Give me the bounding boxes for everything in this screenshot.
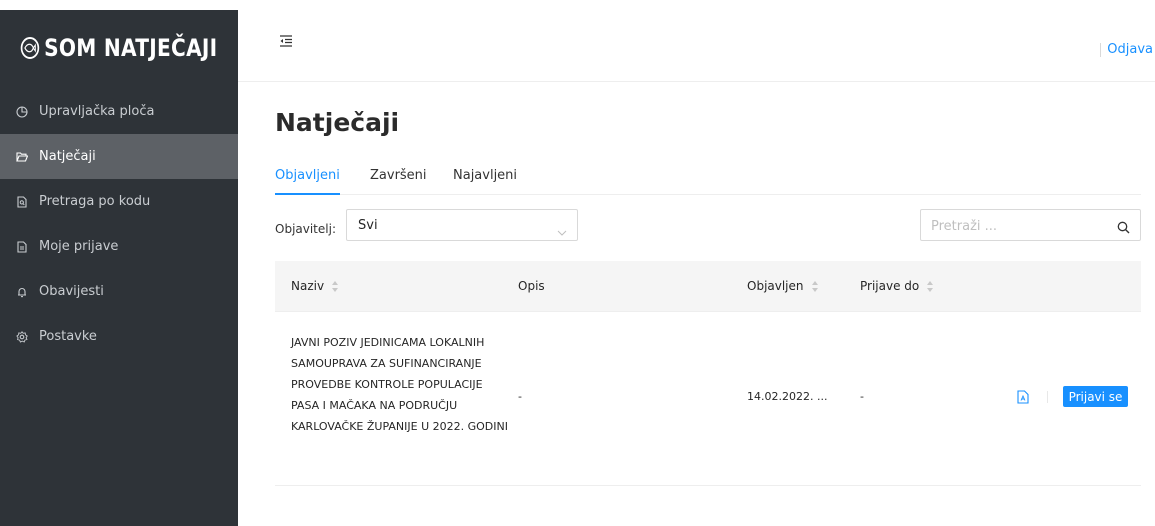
apply-button[interactable]: Prijavi se [1063,386,1128,407]
sidebar-item-notifications[interactable]: Obavijesti [0,269,238,314]
tab-published[interactable]: Objavljeni [275,168,340,195]
pie-chart-icon [16,105,28,118]
file-text-icon [16,240,28,253]
tender-published-date: 14.02.2022. ... [747,390,828,403]
search-input[interactable] [931,216,1101,236]
column-header-label: Objavljen [747,279,804,293]
column-header-label: Opis [518,279,545,293]
tender-description: - [518,390,522,403]
column-header-label: Naziv [291,279,325,293]
column-header-naziv[interactable]: Naziv [291,279,339,293]
logo-fish-icon [20,37,40,59]
sort-icon [811,280,819,292]
menu-fold-icon[interactable] [279,33,293,47]
sidebar-item-settings[interactable]: Postavke [0,314,238,359]
sort-icon [927,280,934,292]
chevron-down-icon [557,222,567,236]
sidebar-item-label: Moje prijave [39,239,119,254]
action-divider [1047,391,1048,403]
top-header: Odjava [238,10,1155,82]
sidebar-item-label: Upravljačka ploča [39,104,155,119]
column-header-prijave-do[interactable]: Prijave do [860,279,934,293]
sidebar-item-label: Natječaji [39,149,96,164]
gear-icon [16,330,28,343]
tender-title: JAVNI POZIV JEDINICAMA LOKALNIH SAMOUPRA… [291,336,508,433]
bell-icon [16,286,28,298]
publisher-select-value: Svi [358,218,378,233]
search-box [920,209,1141,241]
logo[interactable]: SOM NATJEČAJI [19,10,219,86]
brand-name: SOM NATJEČAJI [44,34,218,62]
sidebar-item-natjecaji[interactable]: Natječaji [0,134,238,179]
logout-link[interactable]: Odjava [1100,43,1153,57]
sidebar: SOM NATJEČAJI Upravljačka ploča Natječaj… [0,10,238,526]
tender-deadline: - [860,390,864,403]
publisher-filter-label: Objavitelj: [275,222,336,236]
pdf-file-icon[interactable] [1017,389,1029,404]
table-header: Naziv Opis Objavljen Prijave do [275,261,1141,312]
column-header-label: Prijave do [860,279,920,293]
search-icon[interactable] [1117,219,1130,234]
tenders-table: Naziv Opis Objavljen Prijave do JAVNI PO… [275,261,1141,486]
sidebar-item-label: Obavijesti [39,284,104,299]
sidebar-item-label: Pretraga po kodu [39,194,151,209]
tabs: Objavljeni Završeni Najavljeni [275,168,1141,195]
table-row: JAVNI POZIV JEDINICAMA LOKALNIH SAMOUPRA… [275,312,1141,486]
page-title: Natječaji [275,108,400,137]
app: SOM NATJEČAJI Upravljačka ploča Natječaj… [0,0,1155,526]
sort-icon [332,280,339,292]
publisher-select[interactable]: Svi [346,209,578,241]
column-header-objavljen[interactable]: Objavljen [747,279,819,293]
sidebar-item-my-applications[interactable]: Moje prijave [0,224,238,269]
tab-announced[interactable]: Najavljeni [453,168,517,195]
sidebar-item-label: Postavke [39,329,97,344]
file-search-icon [16,195,28,208]
column-header-opis: Opis [518,279,545,293]
folder-open-icon [16,151,28,163]
tab-finished[interactable]: Završeni [370,168,427,195]
sidebar-item-search-by-code[interactable]: Pretraga po kodu [0,179,238,224]
sidebar-menu: Upravljačka ploča Natječaji Pretraga po … [0,89,238,359]
sidebar-item-dashboard[interactable]: Upravljačka ploča [0,89,238,134]
